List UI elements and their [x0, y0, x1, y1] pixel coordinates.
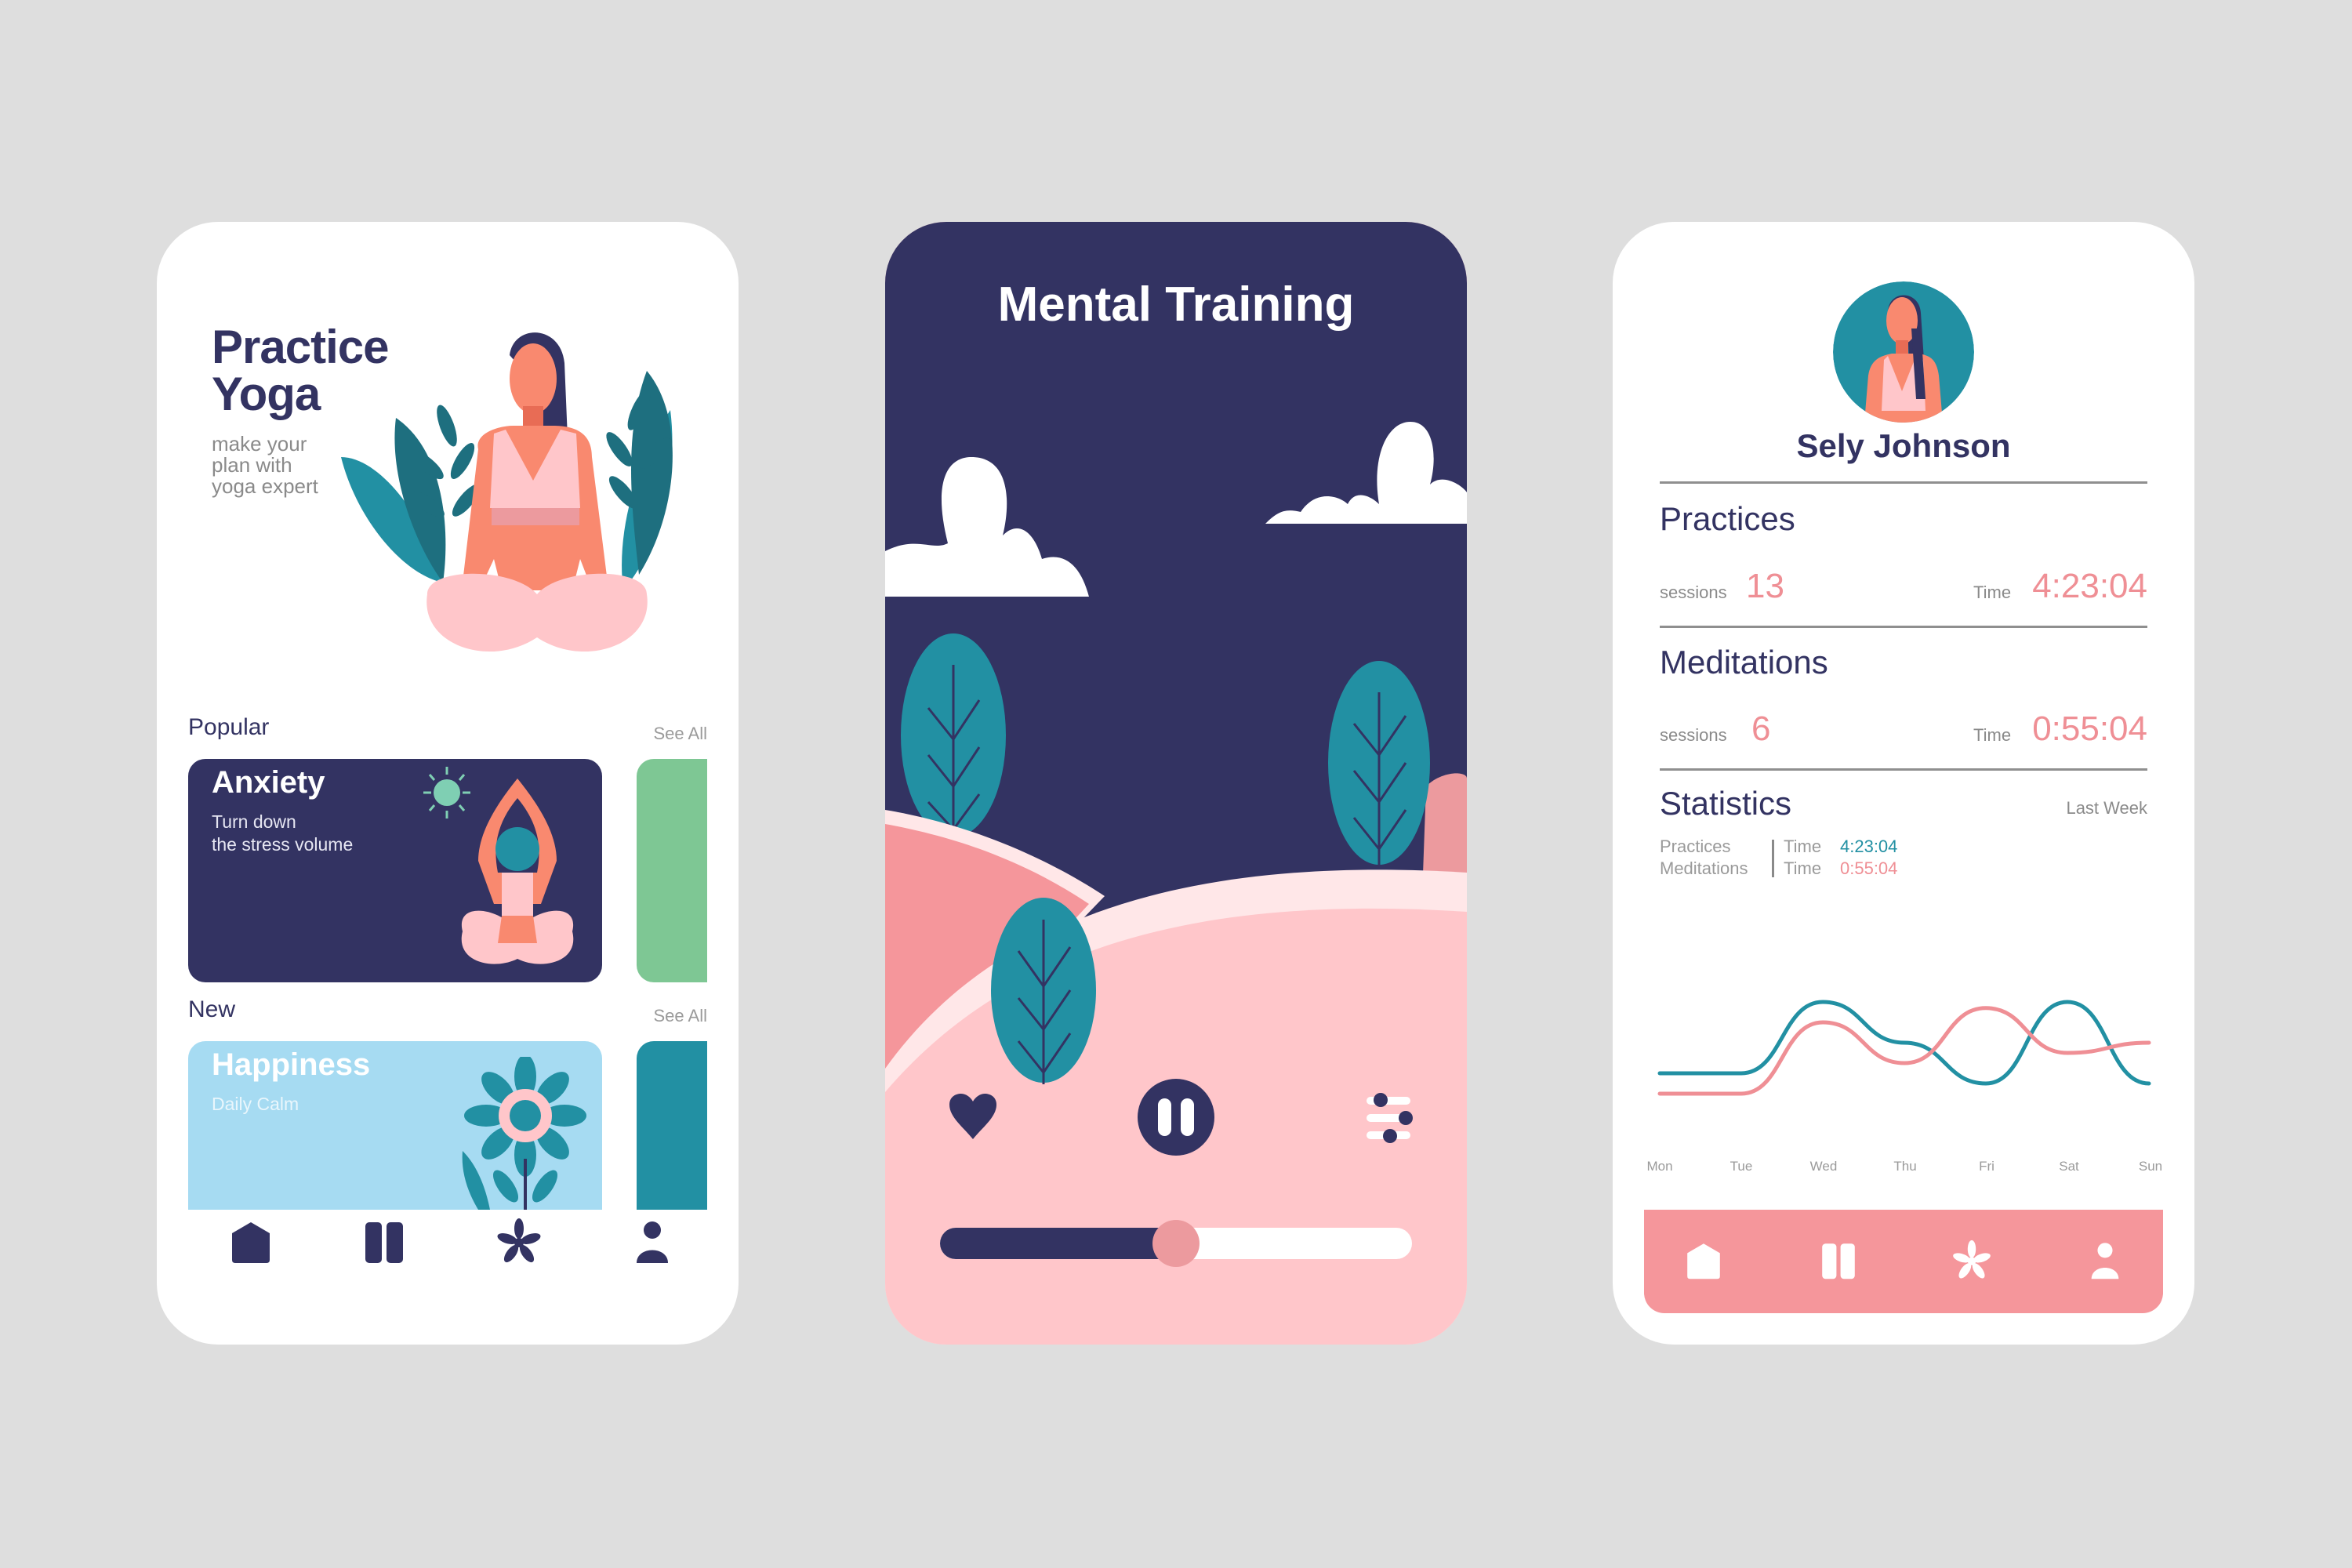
progress-slider[interactable]	[940, 1220, 1412, 1267]
legend-practices-time: 4:23:04	[1840, 837, 1898, 856]
pause-button[interactable]	[1138, 1079, 1214, 1156]
user-icon[interactable]	[2085, 1240, 2125, 1280]
flower-illustration	[462, 1057, 586, 1210]
meditations-time-label: Time	[1973, 725, 2012, 745]
x-tick-label: Sun	[2138, 1159, 2163, 1174]
legend-time-label: Time	[1784, 837, 1822, 856]
meditating-figure-illustration	[423, 767, 574, 964]
legend-time-labels: Time Time	[1784, 836, 1821, 880]
subtitle-line: the stress volume	[212, 834, 354, 855]
legend-names: Practices Meditations	[1660, 836, 1748, 880]
x-tick-label: Mon	[1646, 1159, 1673, 1174]
section-label-new: New	[188, 996, 236, 1022]
heart-icon[interactable]	[948, 1092, 998, 1142]
statistics-line-chart	[1657, 1000, 2151, 1096]
x-tick-label: Fri	[1979, 1159, 1994, 1174]
practice-yoga-screen: Practice Yoga make your plan with yoga e…	[157, 222, 739, 1345]
subtitle-line: Turn down	[212, 811, 296, 832]
slider-knob[interactable]	[1152, 1220, 1200, 1267]
card-subtitle: Daily Calm	[212, 1094, 299, 1114]
home-icon[interactable]	[1683, 1240, 1724, 1280]
flower-icon[interactable]	[495, 1218, 543, 1265]
statistics-heading: Statistics	[1660, 785, 1792, 822]
x-tick-label: Thu	[1893, 1159, 1917, 1174]
profile-screen: Sely Johnson Practices sessions 13 Time …	[1613, 222, 2194, 1345]
home-icon[interactable]	[227, 1218, 274, 1265]
meditations-time-value: 0:55:04	[2032, 710, 2147, 748]
period-selector[interactable]: Last Week	[2066, 798, 2147, 818]
profile-name: Sely Johnson	[1796, 427, 2011, 464]
practices-time-value: 4:23:04	[2032, 567, 2147, 605]
user-icon[interactable]	[629, 1218, 676, 1265]
pause-icon[interactable]	[1818, 1240, 1859, 1280]
legend-meditations-time: 0:55:04	[1840, 858, 1898, 878]
next-card-peek[interactable]	[637, 1041, 707, 1210]
practices-time-label: Time	[1973, 583, 2012, 602]
legend-practices: Practices	[1660, 837, 1731, 856]
progress-fill	[940, 1228, 1176, 1259]
divider	[1660, 768, 2147, 771]
legend-divider	[1772, 840, 1774, 877]
legend-meditations: Meditations	[1660, 858, 1748, 878]
divider	[1660, 626, 2147, 628]
x-tick-label: Sat	[2059, 1159, 2079, 1174]
face	[510, 343, 557, 414]
meditations-sessions-value: 6	[1751, 710, 1771, 748]
x-tick-label: Tue	[1730, 1159, 1753, 1174]
legend-time-label: Time	[1784, 858, 1822, 878]
pause-icon[interactable]	[361, 1218, 408, 1265]
happiness-card[interactable]: Happiness Daily Calm	[188, 1041, 602, 1210]
section-label-popular: Popular	[188, 714, 270, 740]
bottom-nav	[1644, 1210, 2163, 1313]
meditations-heading: Meditations	[1660, 644, 1828, 681]
see-all-popular-link[interactable]: See All	[654, 724, 708, 744]
next-card-peek[interactable]	[637, 759, 707, 982]
avatar[interactable]	[1833, 281, 1974, 423]
card-title: Anxiety	[212, 765, 325, 800]
yoga-woman-illustration	[341, 332, 673, 652]
x-tick-label: Wed	[1809, 1159, 1838, 1174]
practices-sessions-value: 13	[1746, 567, 1784, 605]
divider	[1660, 481, 2147, 484]
card-subtitle: Turn down the stress volume	[212, 811, 353, 856]
card-title: Happiness	[212, 1047, 371, 1082]
flower-icon[interactable]	[1951, 1240, 1992, 1280]
landscape-illustration	[885, 222, 1467, 1345]
series-line-practices	[1657, 1000, 2151, 1086]
practices-heading: Practices	[1660, 500, 1795, 537]
page-title: Mental Training	[997, 278, 1355, 332]
settings-sliders-icon[interactable]	[1363, 1092, 1415, 1144]
mental-training-screen: Mental Training	[885, 222, 1467, 1345]
anxiety-card[interactable]: Anxiety Turn down the stress volume	[188, 759, 602, 982]
legend-times: 4:23:04 0:55:04	[1840, 836, 1897, 880]
bottom-nav	[157, 1218, 739, 1272]
practices-sessions-label: sessions	[1660, 583, 1727, 602]
meditations-sessions-label: sessions	[1660, 725, 1727, 745]
see-all-new-link[interactable]: See All	[654, 1006, 708, 1026]
series-line-meditations	[1657, 1006, 2151, 1096]
